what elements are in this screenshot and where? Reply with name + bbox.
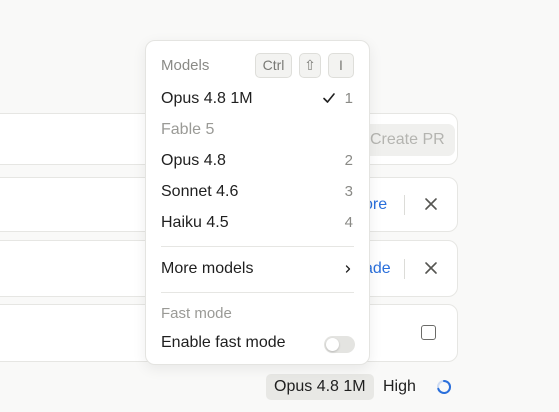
card-4-checkbox[interactable]: [421, 325, 436, 340]
menu-divider: [161, 292, 354, 293]
chevron-right-icon: [345, 265, 351, 273]
model-item-shortcut: 1: [344, 90, 353, 107]
menu-divider: [161, 246, 354, 247]
fast-mode-header: Fast mode: [161, 305, 232, 322]
card-2-divider: [404, 195, 405, 215]
model-item-label: Opus 4.8 1M: [161, 90, 253, 107]
models-header: Models: [161, 57, 210, 74]
model-item-label: Sonnet 4.6: [161, 183, 239, 200]
enable-fast-mode-label: Enable fast mode: [161, 334, 286, 351]
card-3-divider: [404, 259, 405, 279]
enable-fast-mode-item[interactable]: Enable fast mode: [146, 329, 369, 357]
model-item-label: Fable 5: [161, 121, 215, 138]
shortcut-key-i: I: [328, 53, 354, 78]
model-item-sonnet-4-6[interactable]: Sonnet 4.6 3: [146, 178, 369, 206]
check-icon: [323, 93, 335, 103]
create-pr-button[interactable]: Create PR: [356, 124, 455, 156]
model-item-fable-5: Fable 5: [146, 116, 369, 144]
model-item-shortcut: 4: [344, 214, 353, 231]
model-item-haiku-4-5[interactable]: Haiku 4.5 4: [146, 209, 369, 237]
model-item-shortcut: 2: [344, 152, 353, 169]
model-item-label: Opus 4.8: [161, 152, 226, 169]
more-models-item[interactable]: More models: [146, 255, 369, 283]
effort-selector-button[interactable]: High: [383, 374, 416, 400]
model-selector-button[interactable]: Opus 4.8 1M: [266, 374, 374, 400]
fast-mode-toggle[interactable]: [324, 336, 355, 353]
close-icon[interactable]: [422, 259, 440, 277]
close-icon[interactable]: [422, 195, 440, 213]
shortcut-key-ctrl: Ctrl: [255, 53, 292, 78]
more-models-label: More models: [161, 260, 254, 277]
model-item-shortcut: 3: [344, 183, 353, 200]
model-item-opus-4-8-1m[interactable]: Opus 4.8 1M 1: [146, 85, 369, 113]
toggle-knob: [326, 338, 339, 351]
spinner-icon: [437, 379, 451, 394]
model-item-opus-4-8[interactable]: Opus 4.8 2: [146, 147, 369, 175]
model-item-label: Haiku 4.5: [161, 214, 229, 231]
model-dropdown-menu: Models Ctrl ⇧ I Opus 4.8 1M 1 Fable 5 Op…: [145, 40, 370, 365]
fast-mode-section-header: Fast mode: [146, 300, 369, 328]
shortcut-key-shift: ⇧: [299, 53, 321, 78]
